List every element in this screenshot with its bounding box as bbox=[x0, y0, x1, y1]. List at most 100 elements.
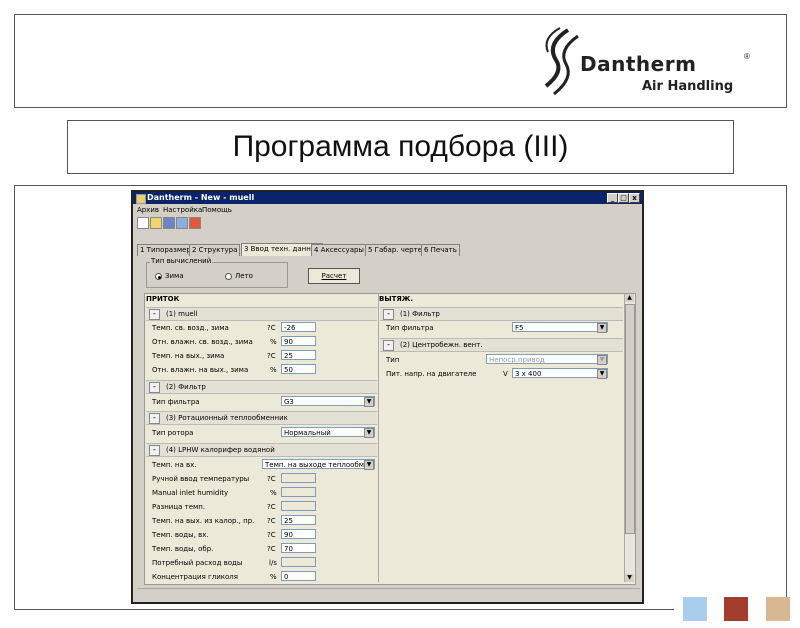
supply-group-header[interactable]: - (2) Фильтр bbox=[146, 380, 377, 394]
open-folder-icon[interactable] bbox=[150, 217, 162, 229]
window-title: Dantherm - New - muell bbox=[147, 193, 255, 202]
calc-type-legend: Тип вычислений bbox=[150, 257, 213, 265]
status-bar bbox=[137, 588, 640, 599]
chevron-down-icon[interactable]: ▼ bbox=[597, 323, 607, 333]
collapse-icon[interactable]: - bbox=[149, 413, 160, 424]
row-unit: % bbox=[270, 489, 277, 497]
row-label: Тип фильтра bbox=[386, 324, 434, 332]
menu-settings[interactable]: Настройка bbox=[163, 206, 202, 214]
heater-outlet-temp-input[interactable]: 25 bbox=[281, 515, 316, 525]
tab-size[interactable]: 1 Типоразмер bbox=[137, 244, 194, 256]
outlet-humidity-winter-input[interactable]: 50 bbox=[281, 364, 316, 374]
supply-group-header[interactable]: - (3) Ротационный теплообменник bbox=[146, 411, 377, 425]
row-label: Отн. влажн. на вых., зима bbox=[152, 366, 249, 374]
row-label: Темп. на вх. bbox=[152, 461, 197, 469]
exhaust-heading: ВЫТЯЖ. bbox=[379, 295, 413, 303]
outdoor-temp-winter-input[interactable]: -26 bbox=[281, 322, 316, 332]
exhaust-filter-select[interactable]: F5 ▼ bbox=[512, 322, 608, 333]
tab-print[interactable]: 6 Печать bbox=[421, 244, 460, 256]
chevron-down-icon[interactable]: ▼ bbox=[364, 428, 374, 438]
row-unit: ?C bbox=[267, 517, 276, 525]
slide-title: Программа подбора (III) bbox=[67, 120, 734, 174]
tab-structure[interactable]: 2 Структура bbox=[189, 244, 241, 256]
radio-winter-label: Зима bbox=[165, 272, 184, 280]
manual-humidity-input[interactable] bbox=[281, 487, 316, 497]
supply-group-header[interactable]: - (4) LPHW калорифер водяной bbox=[146, 443, 377, 457]
collapse-icon[interactable]: - bbox=[383, 309, 394, 320]
panel-scrollbar[interactable]: ▲ ▼ bbox=[624, 294, 635, 582]
row-unit: ?C bbox=[267, 531, 276, 539]
select-value: G3 bbox=[284, 398, 294, 406]
row-unit: % bbox=[270, 573, 277, 581]
menu-help[interactable]: Помощь bbox=[202, 206, 232, 214]
minimize-button[interactable]: _ bbox=[607, 193, 618, 203]
calculate-button[interactable]: Расчет bbox=[308, 268, 360, 284]
radio-summer[interactable] bbox=[225, 273, 232, 280]
stop-icon[interactable] bbox=[189, 217, 201, 229]
radio-summer-label: Лето bbox=[235, 272, 253, 280]
fan-type-select[interactable]: Непоср.привод ▼ bbox=[486, 354, 608, 365]
scroll-down-icon[interactable]: ▼ bbox=[625, 574, 634, 582]
water-return-temp-input[interactable]: 70 bbox=[281, 543, 316, 553]
collapse-icon[interactable]: - bbox=[149, 445, 160, 456]
supply-heading: ПРИТОК bbox=[146, 295, 180, 303]
temp-difference-input[interactable] bbox=[281, 501, 316, 511]
row-label: Тип bbox=[386, 356, 400, 364]
select-value: F5 bbox=[515, 324, 524, 332]
row-label: Ручной ввод температуры bbox=[152, 475, 250, 483]
scroll-thumb[interactable] bbox=[625, 304, 635, 534]
chevron-down-icon[interactable]: ▼ bbox=[364, 460, 374, 470]
chevron-down-icon[interactable]: ▼ bbox=[364, 397, 374, 407]
outlet-temp-winter-input[interactable]: 25 bbox=[281, 350, 316, 360]
row-unit: ?C bbox=[267, 545, 276, 553]
tab-accessories[interactable]: 4 Аксессуары bbox=[311, 244, 367, 256]
registered-mark: ® bbox=[744, 52, 750, 61]
inlet-temp-select[interactable]: Темп. на выходе теплообм. ▼ bbox=[262, 459, 375, 470]
supply-filter-select[interactable]: G3 ▼ bbox=[281, 396, 375, 407]
collapse-icon[interactable]: - bbox=[149, 309, 160, 320]
row-label: Темп. на вых. из калор., пр. bbox=[152, 517, 255, 525]
collapse-icon[interactable]: - bbox=[149, 382, 160, 393]
exhaust-group-header[interactable]: - (1) Фильтр bbox=[380, 307, 623, 321]
row-label: Разница темп. bbox=[152, 503, 206, 511]
row-label: Концентрация гликоля bbox=[152, 573, 238, 581]
column-divider bbox=[378, 294, 379, 582]
supply-group-header[interactable]: - (1) muell bbox=[146, 307, 377, 321]
row-unit: ?C bbox=[267, 352, 276, 360]
new-file-icon[interactable] bbox=[137, 217, 149, 229]
chevron-down-icon[interactable]: ▼ bbox=[597, 369, 607, 379]
motor-voltage-select[interactable]: 3 x 400 ▼ bbox=[512, 368, 608, 379]
dantherm-logo: Dantherm ® Air Handling bbox=[536, 24, 766, 99]
row-unit: V bbox=[503, 370, 508, 378]
menu-archive[interactable]: Архив bbox=[137, 206, 159, 214]
select-value: Непоср.привод bbox=[489, 356, 545, 364]
group-title: (2) Центробежн. вент. bbox=[400, 341, 483, 349]
bottom-rule bbox=[14, 609, 674, 610]
water-inlet-temp-input[interactable]: 90 bbox=[281, 529, 316, 539]
window-titlebar: Dantherm - New - muell _ □ x bbox=[133, 192, 642, 204]
outdoor-humidity-winter-input[interactable]: 90 bbox=[281, 336, 316, 346]
rotor-type-select[interactable]: Нормальный ▼ bbox=[281, 427, 375, 438]
row-label: Тип ротора bbox=[152, 429, 194, 437]
close-button[interactable]: x bbox=[629, 193, 640, 203]
collapse-icon[interactable]: - bbox=[383, 340, 394, 351]
maximize-button[interactable]: □ bbox=[618, 193, 629, 203]
water-flow-input[interactable] bbox=[281, 557, 316, 567]
app-window: Dantherm - New - muell _ □ x Архив Настр… bbox=[131, 190, 644, 604]
radio-winter[interactable] bbox=[155, 273, 162, 280]
export-icon[interactable] bbox=[176, 217, 188, 229]
tab-bar: 1 Типоразмер 2 Структура 3 Ввод техн. да… bbox=[137, 243, 460, 256]
row-label: Тип фильтра bbox=[152, 398, 200, 406]
manual-temp-input[interactable] bbox=[281, 473, 316, 483]
save-icon[interactable] bbox=[163, 217, 175, 229]
exhaust-group-header[interactable]: - (2) Центробежн. вент. bbox=[380, 338, 623, 352]
color-square-beige bbox=[766, 597, 790, 621]
scroll-up-icon[interactable]: ▲ bbox=[625, 294, 634, 302]
group-title: (3) Ротационный теплообменник bbox=[166, 414, 288, 422]
color-square-blue bbox=[683, 597, 707, 621]
chevron-down-icon[interactable]: ▼ bbox=[597, 355, 607, 365]
group-title: (1) Фильтр bbox=[400, 310, 440, 318]
row-unit: ?C bbox=[267, 324, 276, 332]
glycol-concentration-input[interactable]: 0 bbox=[281, 571, 316, 581]
row-label: Manual inlet humidity bbox=[152, 489, 229, 497]
